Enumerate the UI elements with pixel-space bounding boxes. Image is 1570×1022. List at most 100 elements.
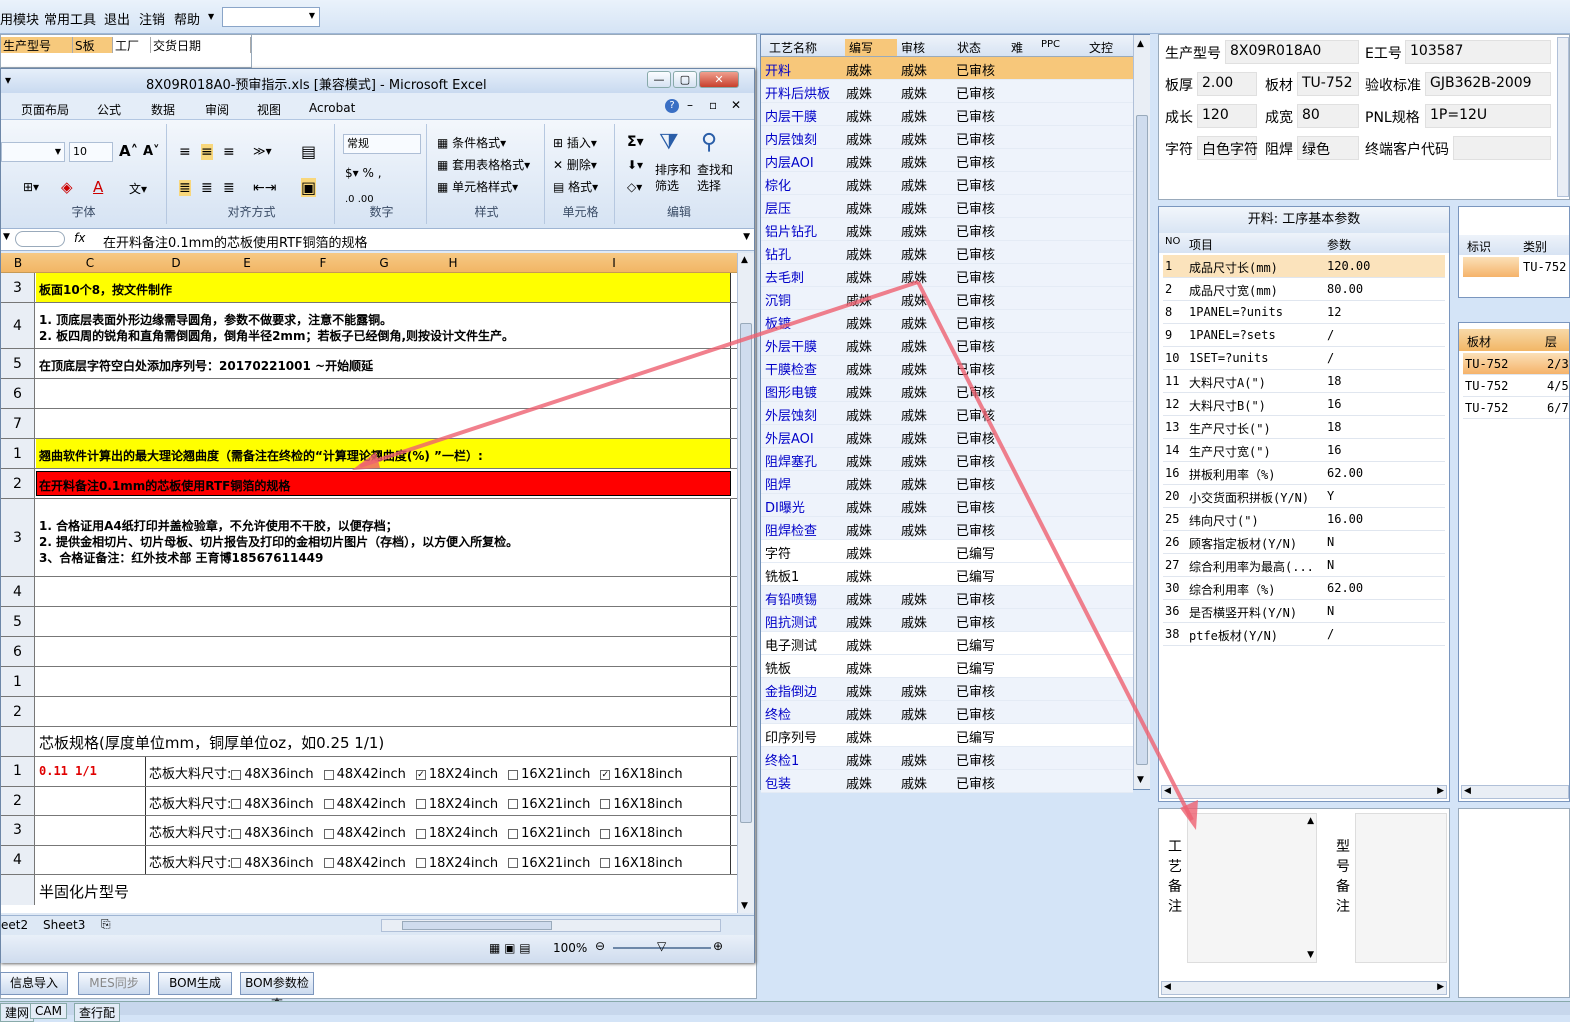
checkbox[interactable] [231, 799, 242, 809]
scroll-thumb[interactable] [1136, 115, 1148, 765]
core-size-option[interactable]: 18X24inch [415, 826, 498, 841]
core-size-option[interactable]: 18X24inch [415, 856, 498, 871]
process-note-textarea[interactable]: ▲ ▼ [1187, 813, 1317, 963]
tab-data[interactable]: 数据 [151, 101, 175, 118]
param-row[interactable]: 12 大料尺寸B(") 16 [1163, 393, 1445, 416]
process-row[interactable]: 金指倒边 戚姝 戚姝 已审核 [761, 678, 1133, 701]
header-item[interactable]: 项目 [1189, 236, 1213, 253]
align-center-icon[interactable]: ≣ [201, 180, 213, 196]
sheet-hscrollbar[interactable] [381, 919, 721, 932]
zoom-thumb-icon[interactable]: ▽ [657, 939, 666, 953]
model-note-textarea[interactable] [1355, 813, 1447, 963]
tab-acrobat[interactable]: Acrobat [309, 101, 355, 115]
core-size-option[interactable]: 18X24inch [415, 797, 498, 812]
process-row[interactable]: 外层蚀刻 戚姝 戚姝 已审核 [761, 402, 1133, 425]
board-row[interactable]: TU-752 4/5 [1463, 375, 1569, 397]
checkbox[interactable]: ✓ [415, 769, 426, 780]
process-row[interactable]: 内层蚀刻 戚姝 戚姝 已审核 [761, 126, 1133, 149]
number-format-combo[interactable]: 常规 [343, 134, 421, 154]
row-number[interactable]: 2 [1, 697, 35, 726]
board-row[interactable]: TU-752 6/7 [1463, 397, 1569, 419]
checkbox[interactable] [415, 858, 426, 868]
process-row[interactable]: 内层AOI 戚姝 戚姝 已审核 [761, 149, 1133, 172]
taskbar-item[interactable]: 建网 [0, 1003, 35, 1022]
board-hscrollbar[interactable]: ◀ [1461, 785, 1569, 799]
grid-header-s[interactable]: S板 [73, 37, 113, 53]
scroll-down-icon[interactable]: ▼ [1307, 950, 1314, 960]
table-format-button[interactable]: ▦ 套用表格格式▾ [437, 156, 530, 173]
process-row[interactable]: 电子测试 戚姝 已编写 [761, 632, 1133, 655]
process-row[interactable]: 铣板 戚姝 已编写 [761, 655, 1133, 678]
checkbox[interactable] [231, 769, 242, 780]
menu-tools[interactable]: 常用工具 [44, 9, 96, 28]
cell[interactable] [36, 379, 731, 408]
formula-expand-icon[interactable]: ▼ [743, 232, 750, 242]
core-size-option[interactable]: 16X21inch [508, 826, 590, 841]
process-row[interactable]: 阻焊 戚姝 戚姝 已审核 [761, 471, 1133, 494]
row-number[interactable]: 4 [1, 577, 35, 606]
menu-logout[interactable]: 注销 [139, 9, 165, 28]
scroll-left-icon[interactable]: ◀ [1164, 982, 1171, 992]
header-status[interactable]: 状态 [957, 39, 981, 56]
process-row[interactable]: 有铅喷锡 戚姝 戚姝 已审核 [761, 586, 1133, 609]
header-ppc[interactable]: PPC [1041, 39, 1060, 50]
header-writer[interactable]: 编写 [845, 39, 897, 56]
field-pnl[interactable]: 1P=12U [1425, 104, 1551, 128]
process-row[interactable]: 板镀 戚姝 戚姝 已审核 [761, 310, 1133, 333]
checkbox[interactable] [600, 828, 611, 839]
sheet-tab[interactable]: eet2 [1, 918, 28, 932]
field-thickness[interactable]: 2.00 [1197, 72, 1257, 96]
menu-exit[interactable]: 退出 [104, 9, 130, 28]
help-dropdown-icon[interactable]: ▼ [208, 12, 214, 21]
zoom-in-icon[interactable]: ⊕ [713, 939, 723, 953]
cell[interactable] [36, 409, 731, 438]
field-material[interactable]: TU-752 [1297, 72, 1359, 96]
process-row[interactable]: 阻抗测试 戚姝 戚姝 已审核 [761, 609, 1133, 632]
row-number[interactable]: 1 [1, 439, 35, 468]
process-row[interactable]: 字符 戚姝 已编写 [761, 540, 1133, 563]
core-size-option[interactable]: 48X36inch [231, 797, 314, 812]
new-sheet-icon[interactable]: ⎘ [101, 917, 111, 932]
process-row[interactable]: 外层干膜 戚姝 戚姝 已审核 [761, 333, 1133, 356]
param-row[interactable]: 1 成品尺寸长(mm) 120.00 [1163, 255, 1445, 278]
core-size-option[interactable]: 48X36inch [231, 767, 314, 782]
row-number[interactable]: 4 [1, 845, 35, 874]
sheet-tab[interactable]: Sheet3 [43, 918, 85, 932]
header-difficulty[interactable]: 难 [1011, 39, 1023, 56]
orientation-icon[interactable]: ≫▾ [253, 144, 272, 158]
header-layer[interactable]: 层 [1545, 333, 1557, 350]
border-icon[interactable]: ⊞▾ [23, 180, 39, 194]
param-row[interactable]: 8 1PANEL=?units 12 [1163, 301, 1445, 324]
zoom-level[interactable]: 100% [553, 941, 587, 955]
row-number[interactable]: 7 [1, 409, 35, 438]
note-hscrollbar[interactable]: ◀ ▶ [1161, 981, 1447, 995]
sheet-vscrollbar[interactable]: ▲ ▼ [737, 253, 754, 913]
row-number[interactable]: 5 [1, 607, 35, 636]
delete-button[interactable]: ✕ 删除▾ [553, 156, 597, 173]
checkbox[interactable] [508, 799, 519, 809]
header-process-name[interactable]: 工艺名称 [769, 39, 817, 56]
grid-header-date[interactable]: 交货日期 [151, 37, 251, 53]
fill-color-icon[interactable]: ◈ [61, 178, 73, 196]
align-bottom-icon[interactable]: ≡ [223, 144, 235, 160]
scroll-right-icon[interactable]: ▶ [1437, 982, 1444, 992]
taskbar-item[interactable]: 查行配 [74, 1003, 121, 1022]
checkbox[interactable] [600, 858, 611, 868]
row-number[interactable]: 3 [1, 816, 35, 845]
module-combo[interactable]: ▼ [222, 7, 320, 27]
checkbox[interactable] [231, 858, 242, 868]
scroll-up-icon[interactable]: ▲ [741, 255, 748, 265]
row-number[interactable]: 1 [1, 667, 35, 696]
core-size-option[interactable]: 48X42inch [323, 856, 406, 871]
view-normal-icon[interactable]: ▦ ▣ ▤ [489, 941, 531, 955]
checkbox[interactable] [323, 799, 334, 809]
mes-sync-button[interactable]: MES同步 [78, 972, 150, 995]
fx-icon[interactable]: fx [74, 231, 85, 245]
core-size-option[interactable]: ✓ 18X24inch [415, 767, 498, 782]
param-row[interactable]: 38 ptfe板材(Y/N) / [1163, 623, 1445, 646]
zoom-out-icon[interactable]: ⊖ [595, 939, 605, 953]
hscroll-thumb[interactable] [402, 921, 552, 930]
scroll-down-icon[interactable]: ▼ [1137, 775, 1144, 785]
mark-cell-selected[interactable] [1463, 257, 1519, 277]
indent-icon[interactable]: ⇤⇥ [253, 180, 276, 196]
